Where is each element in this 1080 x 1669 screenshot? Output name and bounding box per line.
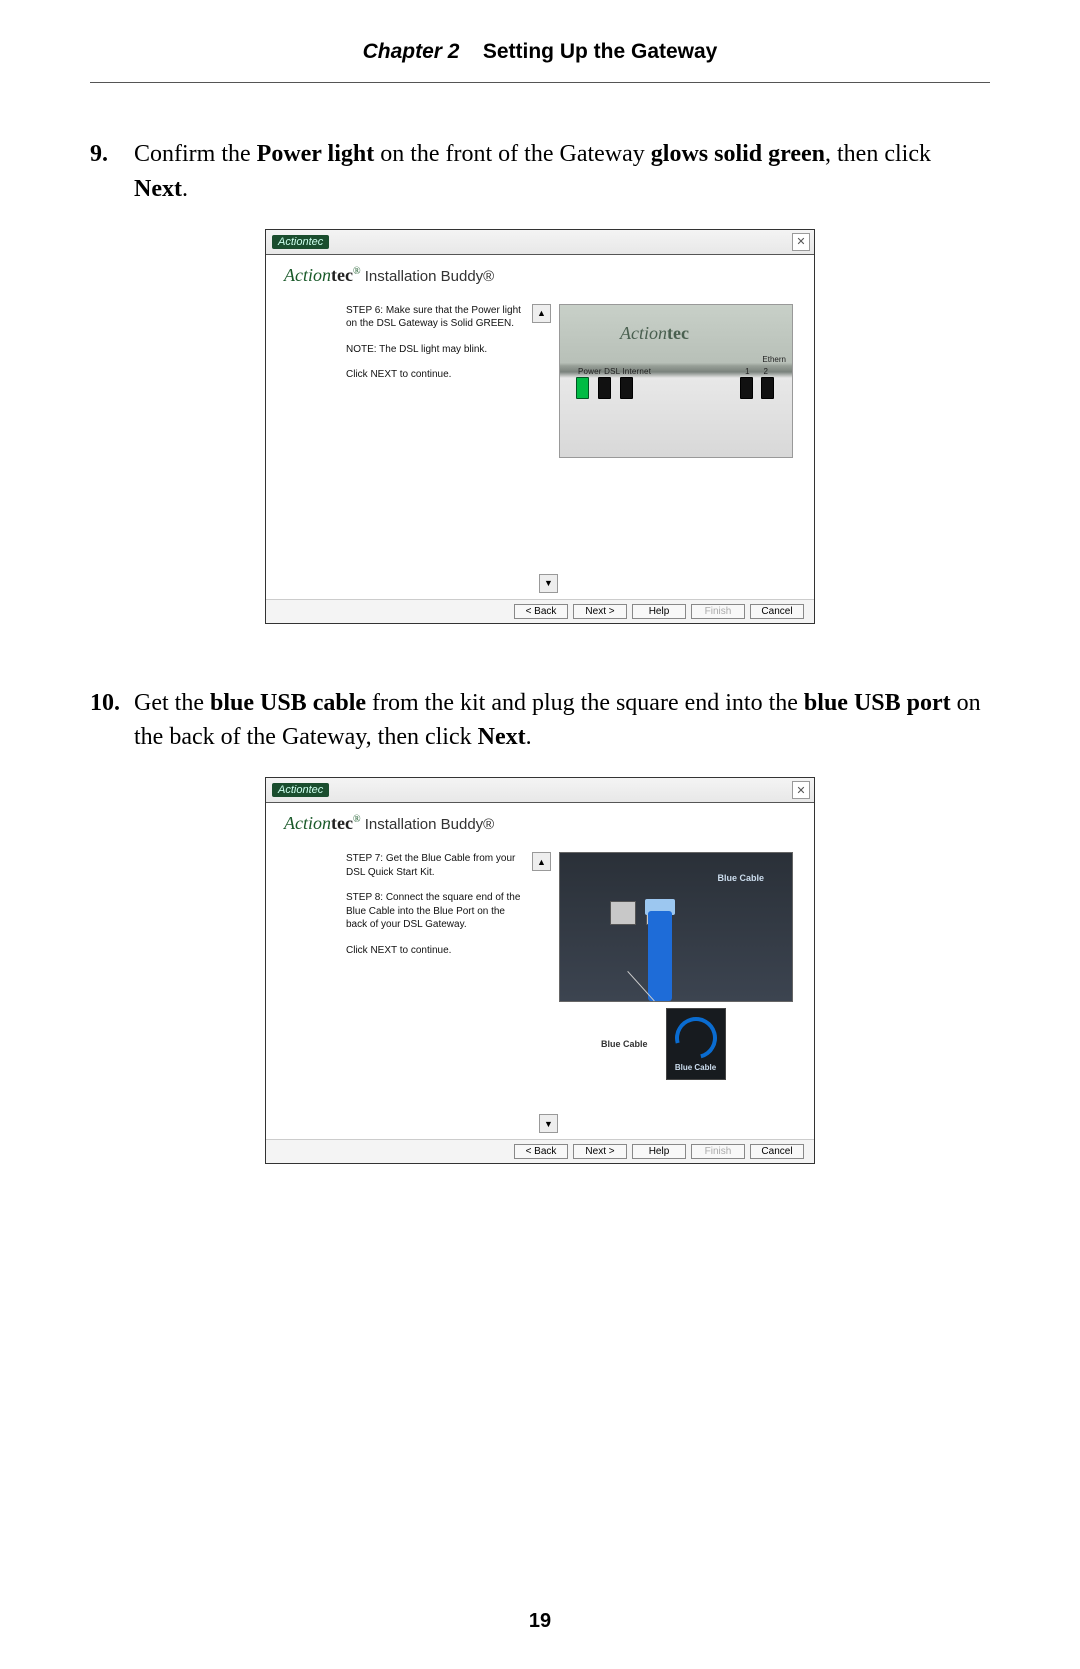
brand-tec: tec (331, 813, 353, 833)
scroll-up-icon[interactable]: ▲ (532, 852, 551, 871)
step-text: Get the blue USB cable from the kit and … (134, 686, 990, 756)
page-header: Chapter 2 Setting Up the Gateway (90, 40, 990, 64)
power-light (576, 377, 589, 399)
ethernet-lights (740, 377, 774, 399)
back-button[interactable]: < Back (514, 604, 568, 619)
page-number: 19 (0, 1610, 1080, 1633)
screenshot-2: Actiontec ✕ Actiontec® Installation Budd… (90, 777, 990, 1164)
scroll-down-icon[interactable]: ▼ (539, 1114, 558, 1133)
continue-text: Click NEXT to continue. (346, 944, 524, 958)
brand-tec: tec (331, 265, 353, 285)
step-number: 10. (90, 686, 134, 721)
chapter-title: Setting Up the Gateway (483, 40, 718, 63)
blue-cable-inset-label: Blue Cable (675, 1063, 716, 1072)
usb-cable (648, 911, 672, 1001)
dialog-body: Actiontec® Installation Buddy® STEP 6: M… (266, 255, 814, 623)
content-row: STEP 7: Get the Blue Cable from your DSL… (266, 852, 814, 1068)
next-button[interactable]: Next > (573, 1144, 627, 1159)
step-number: 9. (90, 137, 134, 172)
light-labels: Power DSL Internet (578, 367, 651, 376)
registered-icon: ® (353, 814, 361, 825)
manual-page: Chapter 2 Setting Up the Gateway 9. Conf… (0, 0, 1080, 1669)
eth1-light (740, 377, 753, 399)
device-back-photo: Blue Cable Blue Cable (559, 852, 791, 1058)
instruction-text: STEP 7: Get the Blue Cable from your DSL… (346, 852, 524, 969)
screenshot-1: Actiontec ✕ Actiontec® Installation Budd… (90, 229, 990, 624)
step-10: 10. Get the blue USB cable from the kit … (90, 686, 990, 756)
photo-area: Actiontec Ethern 12 Power DSL Internet (559, 304, 794, 458)
instruction-text: STEP 6: Make sure that the Power light o… (346, 304, 524, 394)
continue-text: Click NEXT to continue. (346, 368, 524, 382)
help-button[interactable]: Help (632, 604, 686, 619)
finish-button: Finish (691, 604, 745, 619)
scroll-up-icon[interactable]: ▲ (532, 304, 551, 323)
blue-cable-label-top: Blue Cable (717, 873, 764, 883)
photo-area: Blue Cable Blue Cable (559, 852, 794, 1058)
brand-subtitle: Installation Buddy® (361, 816, 495, 833)
dsl-light (598, 377, 611, 399)
step-9: 9. Confirm the Power light on the front … (90, 137, 990, 207)
spacer (266, 468, 814, 578)
next-button[interactable]: Next > (573, 604, 627, 619)
step7-text: STEP 7: Get the Blue Cable from your DSL… (346, 852, 524, 879)
close-icon[interactable]: ✕ (792, 233, 810, 251)
brand-heading: Actiontec® Installation Buddy® (266, 255, 814, 304)
installer-dialog: Actiontec ✕ Actiontec® Installation Budd… (265, 229, 815, 624)
cable-coil-icon (667, 1009, 724, 1066)
titlebar: Actiontec ✕ (266, 230, 814, 255)
port-numbers: 12 (745, 367, 768, 376)
internet-light (620, 377, 633, 399)
note-text: NOTE: The DSL light may blink. (346, 343, 524, 357)
step8-text: STEP 8: Connect the square end of the Bl… (346, 891, 524, 932)
back-button[interactable]: < Back (514, 1144, 568, 1159)
brand-action: Action (284, 813, 331, 833)
blue-cable-caption: Blue Cable (601, 1039, 648, 1049)
button-row: < Back Next > Help Finish Cancel (266, 1139, 814, 1163)
step6-text: STEP 6: Make sure that the Power light o… (346, 304, 524, 331)
installer-dialog: Actiontec ✕ Actiontec® Installation Budd… (265, 777, 815, 1164)
status-lights (576, 377, 633, 399)
brand-subtitle: Installation Buddy® (361, 268, 495, 285)
close-icon[interactable]: ✕ (792, 781, 810, 799)
window-brand-tag: Actiontec (272, 783, 329, 797)
power-port (610, 901, 636, 925)
cable-coil-inset: Blue Cable (666, 1008, 726, 1080)
brand-heading: Actiontec® Installation Buddy® (266, 803, 814, 852)
scroll-down-row: ▼ (266, 1114, 814, 1133)
cancel-button[interactable]: Cancel (750, 604, 804, 619)
titlebar: Actiontec ✕ (266, 778, 814, 803)
content-row: STEP 6: Make sure that the Power light o… (266, 304, 814, 468)
scroll-down-icon[interactable]: ▼ (539, 574, 558, 593)
device-logo: Actiontec (620, 323, 689, 344)
ethernet-label: Ethern (762, 355, 786, 364)
chapter-label: Chapter 2 (363, 40, 460, 63)
device-back-panel: Blue Cable (559, 852, 793, 1002)
cancel-button[interactable]: Cancel (750, 1144, 804, 1159)
brand-action: Action (284, 265, 331, 285)
registered-icon: ® (353, 266, 361, 277)
help-button[interactable]: Help (632, 1144, 686, 1159)
step-text: Confirm the Power light on the front of … (134, 137, 990, 207)
finish-button: Finish (691, 1144, 745, 1159)
button-row: < Back Next > Help Finish Cancel (266, 599, 814, 623)
device-front-photo: Actiontec Ethern 12 Power DSL Internet (559, 304, 793, 458)
window-brand-tag: Actiontec (272, 235, 329, 249)
dialog-body: Actiontec® Installation Buddy® STEP 7: G… (266, 803, 814, 1163)
scroll-down-row: ▼ (266, 574, 814, 593)
eth2-light (761, 377, 774, 399)
header-rule (90, 82, 990, 83)
photo-caption-row: Blue Cable Blue Cable (559, 1008, 791, 1080)
